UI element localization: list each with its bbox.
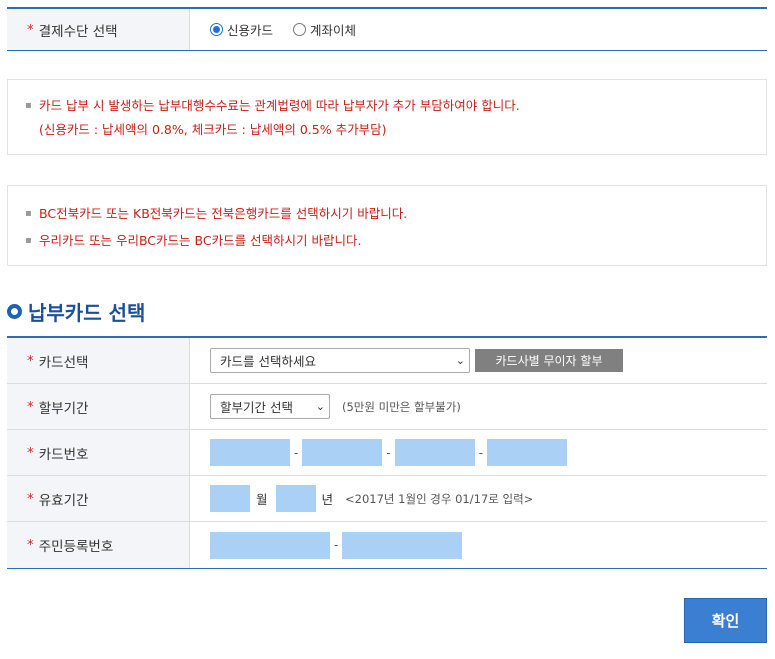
installment-dropdown[interactable]: 할부기간 선택 ⌄ <box>210 394 330 419</box>
installment-label: 할부기간 <box>38 400 89 417</box>
fee-notice-box: ▪ 카드 납부 시 발생하는 납부대행수수료는 관계법령에 따라 납부자가 추가… <box>7 79 767 155</box>
card-notice-line-1: ▪ BC전북카드 또는 KB전북카드는 전북은행카드를 선택하시기 바랍니다. <box>25 200 749 227</box>
card-select-dropdown[interactable]: 카드를 선택하세요 ⌄ <box>210 348 470 373</box>
radio-account-transfer[interactable]: 계좌이체 <box>293 20 356 39</box>
bullet-icon: ▪ <box>25 208 32 219</box>
fee-notice-detail-text: (신용카드 : 납세액의 0.8%, 체크카드 : 납세액의 0.5% 추가부담… <box>39 122 387 137</box>
resident-number-input-2[interactable] <box>342 531 463 559</box>
card-select-notice-box: ▪ BC전북카드 또는 KB전북카드는 전북은행카드를 선택하시기 바랍니다. … <box>7 185 767 266</box>
section-title: 납부카드 선택 <box>7 297 145 326</box>
card-number-separator: - <box>478 445 484 460</box>
confirm-button[interactable]: 확인 <box>684 598 767 643</box>
card-form-table: * 카드선택 카드를 선택하세요 ⌄ 카드사별 무이자 할부 * 할부기간 할부… <box>7 336 767 569</box>
resident-number-row: * 주민등록번호 - <box>7 522 767 568</box>
card-number-input-2[interactable] <box>302 439 383 466</box>
radio-selected-icon[interactable] <box>210 23 223 36</box>
chevron-down-icon: ⌄ <box>315 400 325 413</box>
card-select-row: * 카드선택 카드를 선택하세요 ⌄ 카드사별 무이자 할부 <box>7 338 767 384</box>
resident-number-separator: - <box>334 538 339 552</box>
installment-row: * 할부기간 할부기간 선택 ⌄ (5만원 미만은 할부불가) <box>7 384 767 430</box>
chevron-down-icon: ⌄ <box>455 354 465 367</box>
radio-credit-card[interactable]: 신용카드 <box>210 20 273 39</box>
expiry-hint: <2017년 1월인 경우 01/17로 입력> <box>345 491 534 506</box>
card-select-cell: 카드를 선택하세요 ⌄ 카드사별 무이자 할부 <box>190 338 767 383</box>
payment-method-label: 결제수단 선택 <box>38 23 118 40</box>
radio-account-transfer-label: 계좌이체 <box>310 23 357 38</box>
radio-unselected-icon[interactable] <box>293 23 307 36</box>
card-number-label-cell: * 카드번호 <box>7 430 190 475</box>
bullet-icon: ▪ <box>25 235 32 246</box>
expiry-year-input[interactable] <box>275 485 316 512</box>
card-number-input-4[interactable] <box>487 439 568 466</box>
fee-notice-line: ▪ 카드 납부 시 발생하는 납부대행수수료는 관계법령에 따라 납부자가 추가… <box>25 94 749 118</box>
expiry-cell: 월 년 <2017년 1월인 경우 01/17로 입력> <box>190 476 767 521</box>
card-select-label: 카드선택 <box>38 354 89 371</box>
payment-method-label-cell: * 결제수단 선택 <box>7 9 190 50</box>
interest-free-installment-button[interactable]: 카드사별 무이자 할부 <box>475 349 623 372</box>
card-number-cell: - - - <box>190 430 767 475</box>
bullet-icon: ▪ <box>25 100 32 111</box>
required-mark: * <box>27 352 34 369</box>
resident-number-label: 주민등록번호 <box>38 539 114 555</box>
card-notice-text-1: BC전북카드 또는 KB전북카드는 전북은행카드를 선택하시기 바랍니다. <box>39 206 408 221</box>
card-number-input-3[interactable] <box>394 439 475 466</box>
expiry-label-cell: * 유효기간 <box>7 476 190 521</box>
card-select-label-cell: * 카드선택 <box>7 338 190 383</box>
required-mark: * <box>27 537 34 553</box>
card-notice-line-2: ▪ 우리카드 또는 우리BC카드는 BC카드를 선택하시기 바랍니다. <box>25 227 749 254</box>
required-mark: * <box>27 490 34 507</box>
required-mark: * <box>27 444 34 461</box>
card-number-label: 카드번호 <box>38 446 89 463</box>
installment-label-cell: * 할부기간 <box>7 384 190 429</box>
resident-number-label-cell: * 주민등록번호 <box>7 522 190 568</box>
required-mark: * <box>27 398 34 415</box>
fee-notice-detail: (신용카드 : 납세액의 0.8%, 체크카드 : 납세액의 0.5% 추가부담… <box>25 118 749 142</box>
card-number-separator: - <box>386 445 391 460</box>
card-number-row: * 카드번호 - - - <box>7 430 767 476</box>
circle-bullet-icon <box>7 304 22 319</box>
installment-value: 할부기간 선택 <box>220 400 293 415</box>
resident-number-cell: - <box>190 522 767 568</box>
payment-method-table: * 결제수단 선택 신용카드 계좌이체 <box>7 7 767 51</box>
card-notice-text-2: 우리카드 또는 우리BC카드는 BC카드를 선택하시기 바랍니다. <box>39 233 362 248</box>
card-select-value: 카드를 선택하세요 <box>220 354 316 369</box>
card-number-separator: - <box>294 445 299 460</box>
payment-method-options: 신용카드 계좌이체 <box>190 9 767 50</box>
card-number-input-1[interactable] <box>210 439 290 466</box>
payment-method-row: * 결제수단 선택 신용카드 계좌이체 <box>7 9 767 50</box>
expiry-year-unit: 년 <box>321 492 334 507</box>
required-mark: * <box>27 21 34 38</box>
section-title-text: 납부카드 선택 <box>28 301 146 325</box>
radio-credit-card-label: 신용카드 <box>227 23 274 38</box>
expiry-month-input[interactable] <box>210 485 250 512</box>
expiry-row: * 유효기간 월 년 <2017년 1월인 경우 01/17로 입력> <box>7 476 767 522</box>
resident-number-input-1[interactable] <box>210 531 330 559</box>
fee-notice-text: 카드 납부 시 발생하는 납부대행수수료는 관계법령에 따라 납부자가 추가 부… <box>39 98 520 113</box>
expiry-label: 유효기간 <box>38 492 89 509</box>
installment-hint: (5만원 미만은 할부불가) <box>342 399 461 414</box>
expiry-month-unit: 월 <box>256 492 268 507</box>
installment-cell: 할부기간 선택 ⌄ (5만원 미만은 할부불가) <box>190 384 767 429</box>
